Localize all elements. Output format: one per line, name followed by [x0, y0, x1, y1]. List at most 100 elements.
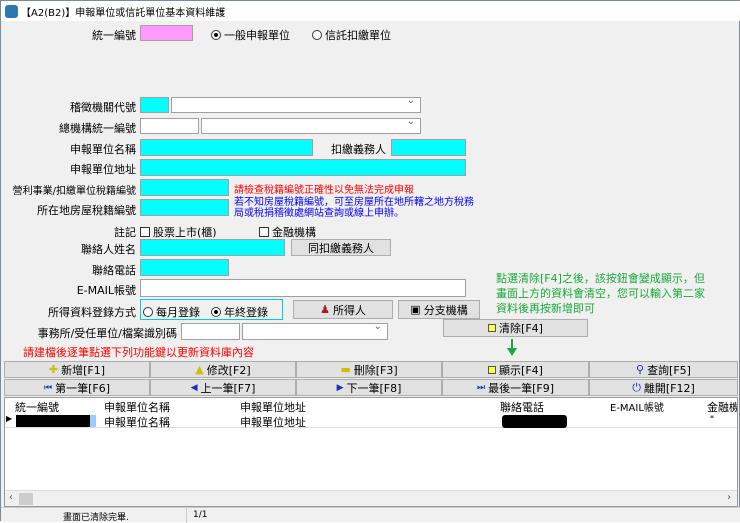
hq-tax-id-select[interactable] — [201, 116, 421, 134]
radio-monthly[interactable]: 每月登錄 — [143, 304, 200, 320]
house-tax-hint: 若不知房屋稅籍編號，可至房屋所在地所轄之地方稅務局或稅捐稽徵處網站查詢或線上申辦… — [234, 197, 474, 219]
checkbox-label: 股票上市(櫃) — [153, 226, 217, 239]
radio-yearly[interactable]: 年終登錄 — [211, 304, 268, 320]
contact-phone-label: 聯絡電話 — [92, 264, 136, 277]
redacted-phone — [502, 415, 567, 428]
last-button[interactable]: ⏭ 最後一筆[F9] — [442, 379, 589, 396]
scroll-right-icon[interactable]: › — [727, 492, 731, 503]
branch-icon: ▣ — [410, 303, 421, 316]
button-label: 新增[F1] — [61, 363, 106, 377]
button-label: 最後一筆[F9] — [488, 381, 555, 395]
radio-label: 年終登錄 — [224, 306, 268, 319]
radio-icon — [211, 30, 221, 40]
email-label: E-MAIL帳號 — [76, 284, 136, 297]
office-code-select[interactable] — [171, 95, 421, 113]
cell-financial: * — [710, 414, 714, 423]
withholder-label: 扣繳義務人 — [331, 143, 386, 156]
redacted-tax-id — [16, 415, 96, 427]
app-window: 【A2(B2)】申報單位或信託單位基本資料維護 統一編號 一般申報單位 信託扣繳… — [0, 0, 740, 523]
tax-id-label: 統一編號 — [92, 29, 136, 42]
last-icon: ⏭ — [476, 382, 486, 393]
email-input[interactable] — [140, 279, 466, 297]
scroll-left-icon[interactable]: ‹ — [9, 492, 13, 503]
button-label: 顯示[F4] — [499, 363, 543, 377]
contact-phone-input[interactable] — [140, 259, 229, 276]
unit-address-input[interactable] — [140, 159, 466, 176]
button-label: 修改[F2] — [206, 363, 251, 377]
scroll-thumb[interactable] — [19, 493, 33, 505]
title-bar: 【A2(B2)】申報單位或信託單位基本資料維護 — [1, 1, 740, 21]
button-label: 下一筆[F8] — [346, 381, 402, 395]
table-row[interactable]: ▶ 申報單位名稱 申報單位地址 * — [5, 413, 737, 429]
branch-button[interactable]: ▣ 分支機構 — [398, 300, 480, 319]
horizontal-scrollbar[interactable]: ‹ › — [5, 490, 737, 506]
office-code-input[interactable] — [140, 97, 169, 113]
prev-button[interactable]: ◀ 上一筆[F7] — [150, 379, 296, 396]
delete-button[interactable]: ▬ 刪除[F3] — [296, 361, 442, 378]
column-header[interactable]: E-MAIL帳號 — [610, 399, 664, 414]
update-hint: 請建檔後逐筆點選下列功能鍵以更新資料庫內容 — [23, 346, 254, 359]
add-icon: ✚ — [48, 363, 59, 376]
button-label: 分支機構 — [423, 303, 468, 317]
button-label: 刪除[F3] — [353, 363, 398, 377]
exit-button[interactable]: ⏻ 離開[F12] — [589, 379, 738, 396]
checkbox-label: 金融機構 — [272, 226, 316, 239]
edit-button[interactable]: ▲ 修改[F2] — [150, 361, 296, 378]
radio-trust-unit[interactable]: 信託扣繳單位 — [312, 27, 391, 43]
app-icon — [5, 4, 18, 18]
radio-icon — [312, 30, 322, 40]
checkbox-listed[interactable]: 股票上市(櫃) — [140, 224, 217, 240]
withholder-input[interactable] — [391, 139, 466, 156]
radio-label: 一般申報單位 — [224, 29, 290, 42]
radio-icon — [211, 307, 221, 317]
grid-header: 統一編號 申報單位名稱 申報單位地址 聯絡電話 E-MAIL帳號 金融機 — [5, 398, 737, 414]
status-message: 畫面已清除完畢. — [63, 513, 129, 523]
office-id-label: 事務所/受任單位/檔案識別碼 — [37, 327, 177, 340]
business-tax-no-input[interactable] — [140, 179, 229, 196]
radio-icon — [143, 307, 153, 317]
office-code-label: 稽徵機關代號 — [70, 101, 136, 114]
checkbox-icon — [140, 227, 150, 237]
clear-icon — [488, 324, 497, 332]
tax-id-input[interactable] — [140, 25, 193, 41]
radio-label: 信託扣繳單位 — [325, 29, 391, 42]
radio-label: 每月登錄 — [156, 306, 200, 319]
search-icon: ⚲ — [636, 363, 645, 376]
register-mode-group: 每月登錄 年終登錄 — [140, 299, 283, 320]
next-button[interactable]: ▶ 下一筆[F8] — [296, 379, 442, 396]
status-page: 1/1 — [193, 510, 208, 520]
first-button[interactable]: ⏮ 第一筆[F6] — [4, 379, 150, 396]
annotation-text: 點選清除[F4]之後，該按鈕會變成顯示，但畫面上方的資料會清空，您可以輸入第二家… — [496, 272, 705, 315]
data-grid[interactable]: 統一編號 申報單位名稱 申報單位地址 聯絡電話 E-MAIL帳號 金融機 ▶ 申… — [4, 397, 738, 507]
button-label: 查詢[F5] — [647, 363, 691, 377]
add-button[interactable]: ✚ 新增[F1] — [4, 361, 150, 378]
note-label: 註記 — [114, 226, 136, 239]
office-id-select[interactable] — [242, 321, 388, 340]
window-title: 【A2(B2)】申報單位或信託單位基本資料維護 — [21, 7, 226, 19]
cell-unit-name: 申報單位名稱 — [104, 416, 170, 429]
unit-address-label: 申報單位地址 — [70, 163, 136, 176]
radio-general-unit[interactable]: 一般申報單位 — [211, 27, 290, 43]
status-bar: 畫面已清除完畢. 1/1 — [1, 507, 740, 523]
contact-name-label: 聯絡人姓名 — [81, 243, 136, 256]
house-tax-no-input[interactable] — [140, 199, 229, 216]
show-button[interactable]: 顯示[F4] — [442, 361, 589, 378]
show-icon — [488, 365, 497, 374]
prev-icon: ◀ — [190, 382, 198, 393]
business-tax-no-label: 營利事業/扣繳單位稅籍編號 — [12, 186, 136, 197]
business-tax-warning: 請檢查稅籍編號正確性以免無法完成申報 — [234, 185, 414, 196]
checkbox-financial[interactable]: 金融機構 — [259, 224, 316, 240]
same-as-withholder-button[interactable]: 同扣繳義務人 — [291, 239, 391, 256]
query-button[interactable]: ⚲ 查詢[F5] — [589, 361, 738, 378]
hq-tax-id-input[interactable] — [140, 118, 199, 134]
contact-name-input[interactable] — [140, 239, 285, 256]
button-label: 第一筆[F6] — [55, 381, 111, 395]
house-tax-no-label: 所在地房屋稅籍編號 — [37, 204, 136, 217]
unit-name-input[interactable] — [140, 139, 313, 156]
button-label: 清除[F4] — [499, 322, 543, 335]
power-icon: ⏻ — [632, 380, 641, 394]
button-label: 離開[F12] — [643, 381, 695, 395]
office-id-input[interactable] — [181, 323, 240, 340]
income-person-button[interactable]: ♟ 所得人 — [293, 300, 393, 319]
clear-button[interactable]: 清除[F4] — [443, 319, 588, 337]
